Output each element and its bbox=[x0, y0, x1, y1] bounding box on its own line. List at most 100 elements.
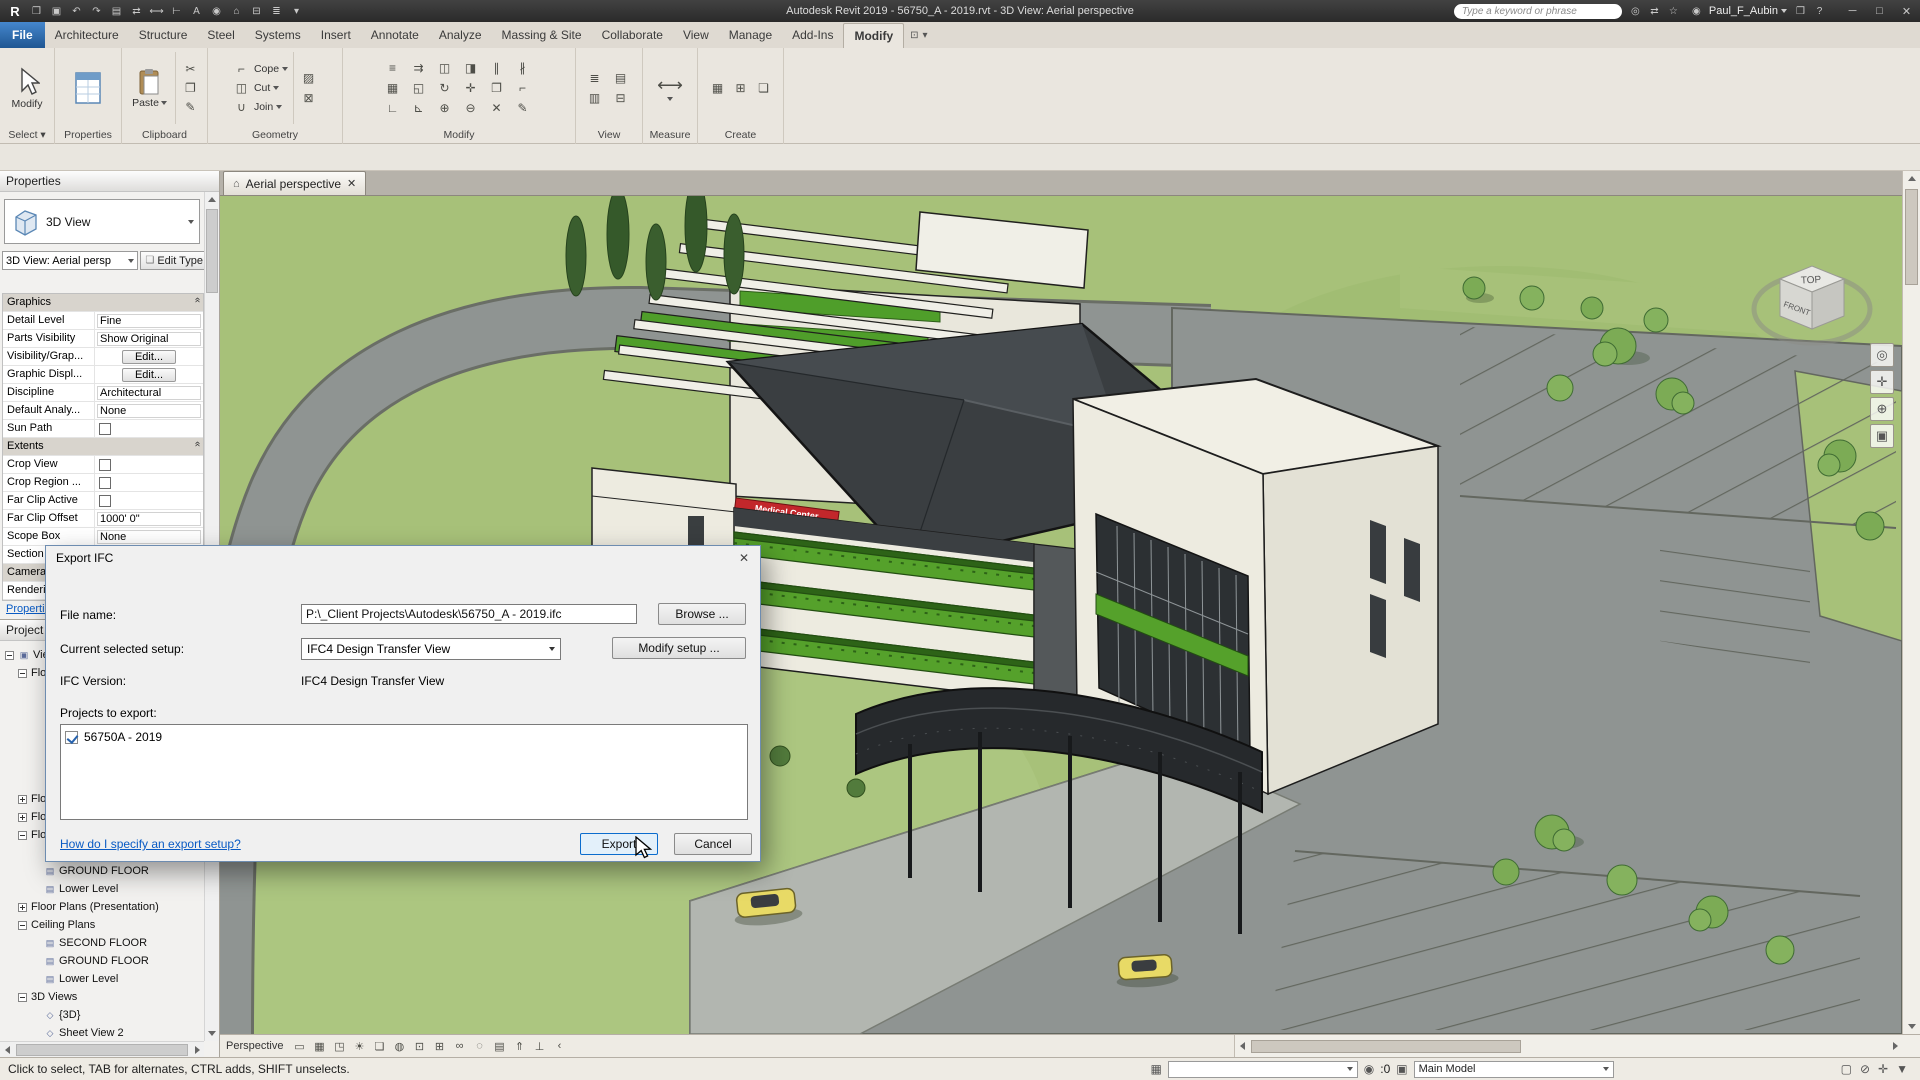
tree-expand-icon[interactable] bbox=[18, 921, 27, 930]
project-list-item[interactable]: 56750A - 2019 bbox=[65, 728, 743, 746]
unpin-icon[interactable]: ⊖ bbox=[461, 99, 480, 117]
show-hidden-lines-icon[interactable]: ▤ bbox=[611, 69, 630, 87]
temporary-hide-isolate-icon[interactable]: ∞ bbox=[450, 1037, 468, 1055]
match-type-icon[interactable]: ✎ bbox=[181, 98, 200, 116]
tag-icon[interactable]: ◉ bbox=[207, 3, 226, 20]
property-row[interactable]: Visibility/Grap... Edit... bbox=[3, 348, 203, 366]
search-icon[interactable]: ◎ bbox=[1626, 3, 1645, 20]
tree-item[interactable]: ▤ Lower Level bbox=[0, 880, 204, 898]
aligned-dimension-icon[interactable]: ⊢ bbox=[167, 3, 186, 20]
browse-button[interactable]: Browse ... bbox=[658, 603, 746, 625]
minimize-button[interactable]: ─ bbox=[1839, 0, 1866, 22]
ribbon-cycle-icon[interactable]: ⊡ bbox=[910, 30, 918, 41]
measure-icon[interactable]: ⟷ bbox=[147, 3, 166, 20]
align-icon[interactable]: ≡ bbox=[383, 59, 402, 77]
communication-center-icon[interactable]: ⇄ bbox=[1645, 3, 1664, 20]
tree-expand-icon[interactable] bbox=[18, 831, 27, 840]
exclude-options-icon[interactable]: ⊘ bbox=[1860, 1062, 1870, 1076]
help-icon[interactable]: ? bbox=[1810, 3, 1829, 20]
revit-app-button[interactable]: R bbox=[4, 3, 26, 20]
edit-type-button[interactable]: ❏ Edit Type bbox=[140, 251, 208, 270]
view-selector-combo[interactable]: 3D View: Aerial persp bbox=[2, 251, 138, 270]
active-workset-combo[interactable] bbox=[1168, 1061, 1358, 1078]
create-parts-icon[interactable]: ▦ bbox=[708, 79, 727, 97]
property-row[interactable]: Sun Path bbox=[3, 420, 203, 438]
join-geometry-tool[interactable]: ∪ Join bbox=[232, 98, 288, 116]
create-group-icon[interactable]: ❏ bbox=[754, 79, 773, 97]
tree-expand-icon[interactable] bbox=[18, 993, 27, 1002]
scale-icon[interactable]: ◱ bbox=[409, 79, 428, 97]
ribbon-tab[interactable]: Manage bbox=[719, 23, 782, 48]
viewcube-menu-icon[interactable]: ▣ bbox=[1870, 424, 1894, 448]
detail-level-icon[interactable]: ▦ bbox=[310, 1037, 328, 1055]
property-row[interactable]: Parts Visibility Show Original bbox=[3, 330, 203, 348]
crop-view-icon[interactable]: ⊡ bbox=[410, 1037, 428, 1055]
signed-in-user[interactable]: ◉ Paul_F_Aubin bbox=[1687, 3, 1787, 20]
tree-item[interactable]: ◇ {3D} bbox=[0, 1006, 204, 1024]
selection-filter-icon[interactable]: ▼ bbox=[1896, 1062, 1908, 1076]
thin-lines-toggle-icon[interactable]: ≣ bbox=[585, 69, 604, 87]
trim-extend-corner-icon[interactable]: ⌐ bbox=[513, 79, 532, 97]
thin-lines-icon[interactable]: ≣ bbox=[267, 3, 286, 20]
undo-icon[interactable]: ↶ bbox=[67, 3, 86, 20]
open-icon[interactable]: ❒ bbox=[27, 3, 46, 20]
ribbon-collapse-icon[interactable]: ▾ bbox=[923, 30, 928, 41]
temporary-view-properties-icon[interactable]: ▤ bbox=[490, 1037, 508, 1055]
property-row[interactable]: Extents bbox=[3, 438, 203, 456]
setup-dropdown[interactable]: IFC4 Design Transfer View bbox=[301, 638, 561, 660]
ribbon-tab[interactable]: View bbox=[673, 23, 719, 48]
customize-qat-icon[interactable]: ▾ bbox=[287, 3, 306, 20]
projects-listbox[interactable]: 56750A - 2019 bbox=[60, 724, 748, 820]
modify-setup-button[interactable]: Modify setup ... bbox=[612, 637, 746, 659]
cut-to-clipboard-icon[interactable]: ✂ bbox=[181, 60, 200, 78]
close-button[interactable]: ✕ bbox=[1893, 0, 1920, 22]
worksets-icon[interactable]: ▦ bbox=[1150, 1062, 1161, 1076]
pan-icon[interactable]: ✛ bbox=[1870, 370, 1894, 394]
redo-icon[interactable]: ↷ bbox=[87, 3, 106, 20]
type-selector[interactable]: 3D View bbox=[4, 199, 200, 244]
search-input[interactable] bbox=[1454, 4, 1622, 19]
property-row[interactable]: Far Clip Offset 1000' 0" bbox=[3, 510, 203, 528]
tree-expand-icon[interactable] bbox=[5, 651, 14, 660]
mirror-pick-axis-icon[interactable]: ◫ bbox=[435, 59, 454, 77]
ribbon-tab[interactable]: Analyze bbox=[429, 23, 492, 48]
properties-toggle-button[interactable] bbox=[70, 70, 106, 106]
tree-item[interactable]: 3D Views bbox=[0, 988, 204, 1006]
displaced-elements-icon[interactable]: ⇑ bbox=[510, 1037, 528, 1055]
measure-button[interactable]: ⟷ bbox=[654, 74, 686, 102]
overflow-chevron-icon[interactable]: ‹ bbox=[550, 1037, 568, 1055]
save-icon[interactable]: ▣ bbox=[47, 3, 66, 20]
paint-icon[interactable]: ▨ bbox=[299, 69, 318, 87]
transfer-icon[interactable]: ⇄ bbox=[127, 3, 146, 20]
tree-item[interactable]: Floor Plans (Presentation) bbox=[0, 898, 204, 916]
view-tab-aerial-perspective[interactable]: ⌂ Aerial perspective ✕ bbox=[223, 171, 366, 195]
cancel-button[interactable]: Cancel bbox=[674, 833, 752, 855]
demolish-icon[interactable]: ⊠ bbox=[299, 89, 318, 107]
properties-palette-header[interactable]: Properties bbox=[0, 171, 219, 192]
editable-elements-icon[interactable]: ◉ bbox=[1364, 1062, 1374, 1076]
cope-tool[interactable]: ⌐ Cope bbox=[232, 60, 288, 78]
ribbon-tab[interactable]: Insert bbox=[311, 23, 361, 48]
section-icon[interactable]: ⊟ bbox=[247, 3, 266, 20]
ribbon-tab[interactable]: Systems bbox=[245, 23, 311, 48]
copy-to-clipboard-icon[interactable]: ❐ bbox=[181, 79, 200, 97]
project-browser-hscrollbar[interactable] bbox=[0, 1041, 204, 1057]
file-name-input[interactable] bbox=[301, 604, 637, 624]
canvas-vertical-scrollbar[interactable] bbox=[1902, 171, 1920, 1034]
property-row[interactable]: Discipline Architectural bbox=[3, 384, 203, 402]
property-row[interactable]: Crop Region ... bbox=[3, 474, 203, 492]
zoom-icon[interactable]: ⊕ bbox=[1870, 397, 1894, 421]
tree-item[interactable]: Ceiling Plans bbox=[0, 916, 204, 934]
modify-tool-button[interactable]: Modify bbox=[9, 66, 46, 111]
ribbon-tab[interactable]: Steel bbox=[197, 23, 244, 48]
close-view-icon[interactable]: ✕ bbox=[347, 177, 356, 190]
ribbon-tab[interactable]: Collaborate bbox=[592, 23, 673, 48]
property-row[interactable]: Graphics bbox=[3, 294, 203, 312]
ribbon-tab[interactable]: File bbox=[0, 22, 45, 48]
visual-style-icon[interactable]: ◳ bbox=[330, 1037, 348, 1055]
sun-path-icon[interactable]: ☀ bbox=[350, 1037, 368, 1055]
render-icon[interactable]: ◍ bbox=[390, 1037, 408, 1055]
ribbon-tab[interactable]: Add-Ins bbox=[782, 23, 843, 48]
tree-expand-icon[interactable] bbox=[18, 903, 27, 912]
cut-profile-icon[interactable]: ⊟ bbox=[611, 89, 630, 107]
